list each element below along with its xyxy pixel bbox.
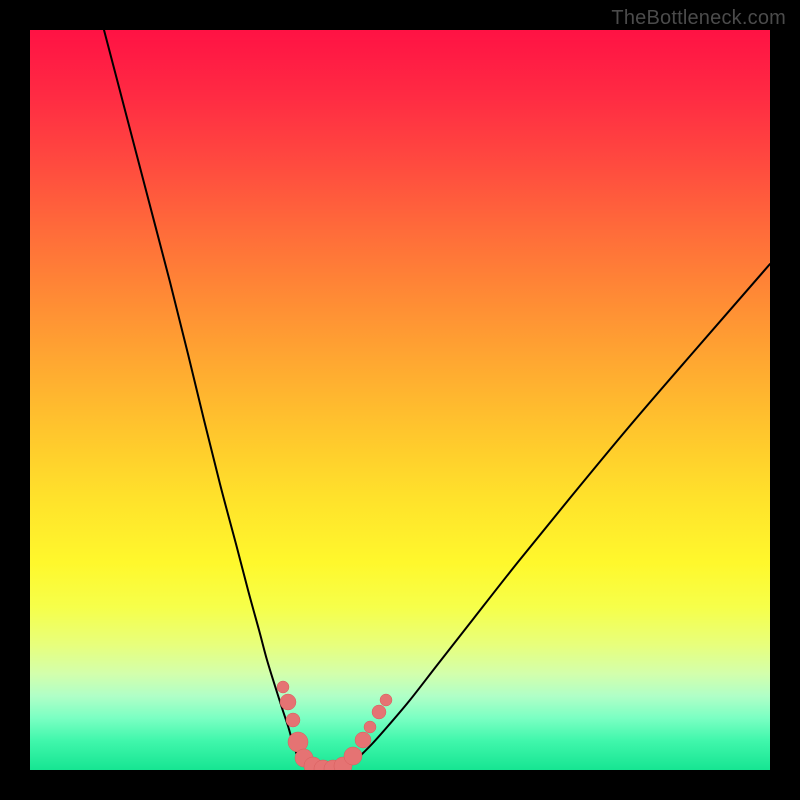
- marker-dot: [286, 713, 300, 727]
- marker-group: [277, 681, 392, 770]
- marker-dot: [380, 694, 392, 706]
- attribution-text: TheBottleneck.com: [611, 7, 786, 30]
- marker-dot: [280, 694, 296, 710]
- chart-frame: TheBottleneck.com: [0, 0, 800, 800]
- marker-dot: [372, 705, 386, 719]
- curve-svg: [30, 30, 770, 770]
- marker-dot: [277, 681, 289, 693]
- marker-dot: [344, 747, 362, 765]
- marker-dot: [364, 721, 376, 733]
- bottleneck-curve: [104, 30, 770, 769]
- plot-area: [30, 30, 770, 770]
- marker-dot: [355, 732, 371, 748]
